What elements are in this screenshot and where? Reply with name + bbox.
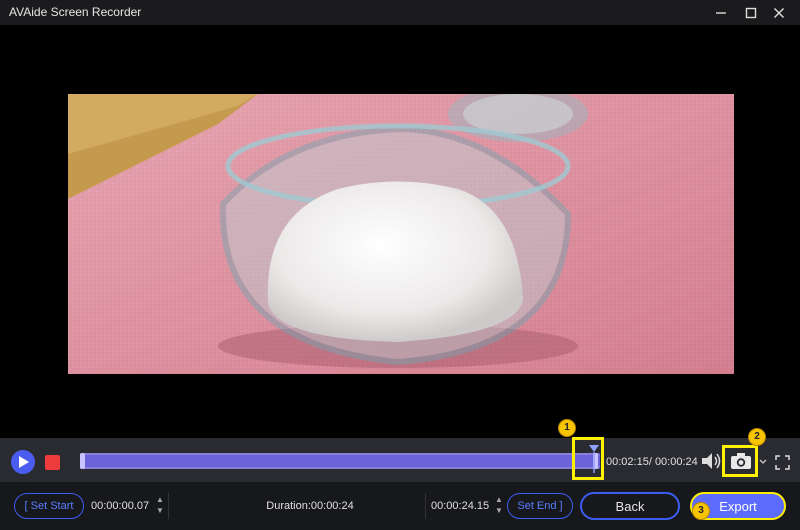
callout-badge-3: 3 [692,502,710,520]
highlight-box-playhead [572,437,604,480]
set-end-button[interactable]: Set End ] [507,493,573,519]
start-time-value: 00:00:00.07 [91,500,150,512]
duration-label: Duration:00:00:24 [266,500,354,512]
chevron-down-icon[interactable]: ▼ [494,505,504,516]
chevron-up-icon[interactable]: ▲ [494,494,504,505]
snapshot-dropdown-chevron-icon[interactable] [759,459,767,465]
maximize-icon [745,7,757,18]
stop-button[interactable] [45,455,60,470]
duration-display: Duration:00:00:24 [200,493,420,519]
close-icon [774,7,784,18]
play-icon [19,456,29,468]
current-time: 00:02:15 [606,456,649,468]
callout-badge-2: 2 [748,428,766,446]
video-frame-image [68,94,734,374]
set-end-label: Set End ] [517,500,563,512]
play-button[interactable] [11,450,35,474]
end-time-value: 00:00:24.15 [431,500,490,512]
divider [425,493,426,519]
back-button[interactable]: Back [580,492,680,520]
fullscreen-icon[interactable] [775,455,790,470]
divider [168,493,169,519]
volume-icon[interactable] [701,452,723,470]
minimize-icon [716,11,726,14]
minimize-button[interactable] [708,0,734,25]
chevron-down-icon[interactable]: ▼ [155,505,165,516]
playback-time: 00:02:15/ 00:00:24 [606,456,698,468]
callout-badge-1: 1 [558,419,576,437]
end-time-input[interactable]: 00:00:24.15 [431,493,489,519]
end-time-stepper[interactable]: ▲ ▼ [494,494,504,518]
start-time-stepper[interactable]: ▲ ▼ [155,494,165,518]
trim-start-handle[interactable] [80,453,85,469]
start-time-input[interactable]: 00:00:00.07 [91,493,149,519]
video-frame[interactable] [68,94,734,374]
timeline-selection [80,455,600,467]
title-bar: AVAide Screen Recorder [0,0,800,25]
video-preview-area [0,25,800,438]
trim-timeline[interactable] [80,453,600,469]
set-start-label: [ Set Start [24,500,74,512]
back-label: Back [615,498,645,514]
app-title: AVAide Screen Recorder [9,5,142,19]
maximize-button[interactable] [738,0,764,25]
close-button[interactable] [766,0,792,25]
total-time: / 00:00:24 [648,456,698,468]
camera-icon[interactable] [730,453,752,470]
set-start-button[interactable]: [ Set Start [14,493,84,519]
chevron-up-icon[interactable]: ▲ [155,494,165,505]
export-label: Export [719,498,757,514]
